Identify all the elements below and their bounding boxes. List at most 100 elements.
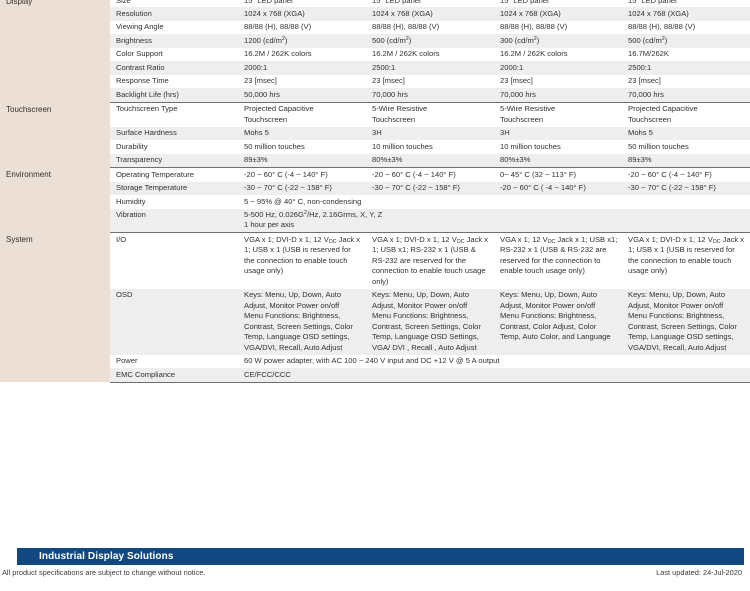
value-cell: 88/88 (H), 88/88 (V) — [622, 20, 750, 35]
value-cell: 23 [msec] — [622, 74, 750, 89]
footer-tagline: Industrial Display Solutions — [39, 551, 174, 562]
page-footer: Industrial Display Solutions All product… — [0, 548, 750, 577]
parameter-label: OSD — [110, 288, 238, 355]
value-cell: 70,000 hrs — [366, 88, 494, 103]
table-row: Brightness 1200 (cd/m2) 500 (cd/m2) 300 (cd… — [0, 34, 750, 48]
parameter-label: Size — [110, 0, 238, 8]
table-row: Environment Operating Temperature -20 ~ 60… — [0, 167, 750, 233]
value-cell: -30 ~ 70° C (-22 ~ 158° F) — [622, 181, 750, 196]
value-cell: 2500:1 — [622, 61, 750, 75]
value-cell: 16.2M / 262K colors — [366, 47, 494, 62]
table-row: Response Time 23 [msec] 23 [msec] 23 [msec]… — [0, 74, 750, 89]
value-cell: 500 (cd/m2) — [622, 34, 750, 48]
value-cell: 2000:1 — [238, 61, 366, 75]
parameter-label: Durability — [110, 140, 238, 154]
value-cell: 23 [msec] — [238, 74, 366, 89]
value-cell: 80%±3% — [366, 153, 494, 169]
parameter-label: Resolution — [110, 7, 238, 21]
value-cell: 88/88 (H), 88/88 (V) — [494, 20, 622, 35]
value-cell: 15" LED panel — [238, 0, 366, 8]
table-row: Touchscreen Touchscreen Type Projected Cap… — [0, 102, 750, 168]
value-cell: 16.2M / 262K colors — [238, 47, 366, 62]
table-row: Color Support 16.2M / 262K colors 16.2M / … — [0, 47, 750, 62]
value-cell: 80%±3% — [494, 153, 622, 169]
value-cell: 16.7M/262K — [622, 47, 750, 62]
parameter-label: Viewing Angle — [110, 20, 238, 35]
value-cell: 5-Wire Resistive Touchscreen — [366, 102, 494, 127]
value-cell: 500 (cd/m2) — [366, 34, 494, 48]
footer-notes: All product specifications are subject t… — [0, 565, 750, 577]
value-cell: 15" LED panel — [494, 0, 622, 8]
value-cell: -30 ~ 70° C (-22 ~ 158° F) — [238, 181, 366, 196]
value-cell: Mohs 5 — [622, 126, 750, 141]
table-row: Vibration 5-500 Hz, 0.026G2/Hz, 2.16Grms,… — [0, 208, 750, 234]
value-cell: Keys: Menu, Up, Down, Auto Adjust, Monit… — [238, 288, 366, 355]
value-cell: Keys: Menu, Up, Down, Auto Adjust, Monit… — [494, 288, 622, 355]
value-cell: Keys: Menu, Up, Down, Auto Adjust, Monit… — [366, 288, 494, 355]
value-cell: 70,000 hrs — [622, 88, 750, 103]
value-cell: 300 (cd/m2) — [494, 34, 622, 48]
parameter-label: Operating Temperature — [110, 167, 238, 182]
value-cell: 0~ 45° C (32 ~ 113° F) — [494, 167, 622, 182]
parameter-label: Surface Hardness — [110, 126, 238, 141]
category-cell: Display — [0, 0, 110, 103]
value-cell: 23 [msec] — [494, 74, 622, 89]
footer-last-updated: Last updated: 24-Jul-2020 — [656, 568, 742, 577]
value-cell: 10 million touches — [366, 140, 494, 154]
parameter-label: Humidity — [110, 195, 238, 209]
parameter-label: Color Support — [110, 47, 238, 62]
parameter-label: Transparency — [110, 153, 238, 169]
table-row: Durability 50 million touches 10 million t… — [0, 140, 750, 154]
parameter-label: Storage Temperature — [110, 181, 238, 196]
value-cell: 1024 x 768 (XGA) — [494, 7, 622, 21]
table-row: Storage Temperature -30 ~ 70° C (-22 ~ 15… — [0, 181, 750, 196]
value-cell: -20 ~ 60° C (-4 ~ 140° F) — [366, 167, 494, 182]
parameter-label: EMC Compliance — [110, 368, 238, 383]
value-cell: 23 [msec] — [366, 74, 494, 89]
value-cell: 70,000 hrs — [494, 88, 622, 103]
value-cell: 5 ~ 95% @ 40° C, non-condensing — [238, 195, 750, 209]
table-row: EMC Compliance CE/FCC/CCC — [0, 368, 750, 383]
value-cell: 3H — [366, 126, 494, 141]
parameter-label: Response Time — [110, 74, 238, 89]
value-cell: -20 ~ 60° C (-4 ~ 140° F) — [622, 167, 750, 182]
value-cell: VGA x 1; DVI-D x 1; 12 VDC Jack x 1; USB… — [622, 232, 750, 289]
spec-table-body: Display Size 15" LED panel 15" LED panel 15"… — [0, 0, 750, 383]
value-cell: 89±3% — [238, 153, 366, 169]
value-cell: 1024 x 768 (XGA) — [622, 7, 750, 21]
category-cell: System — [0, 232, 110, 383]
value-cell: Projected Capacitive Touchscreen — [238, 102, 366, 127]
parameter-label: Power — [110, 354, 238, 369]
table-row: Humidity 5 ~ 95% @ 40° C, non-condensing — [0, 195, 750, 209]
value-cell: 2000:1 — [494, 61, 622, 75]
value-cell: 3H — [494, 126, 622, 141]
table-row: System I/O VGA x 1; DVI-D x 1; 12 VDC Jack… — [0, 232, 750, 383]
table-row: Resolution 1024 x 768 (XGA) 1024 x 768 (XG… — [0, 7, 750, 21]
footer-disclaimer: All product specifications are subject t… — [2, 568, 206, 577]
value-cell: 89±3% — [622, 153, 750, 169]
parameter-label: Backlight Life (hrs) — [110, 88, 238, 103]
specification-table: Display Size 15" LED panel 15" LED panel 15"… — [0, 0, 750, 383]
value-cell: 10 million touches — [494, 140, 622, 154]
table-row: Surface Hardness Mohs 5 3H 3H Mohs 5 — [0, 126, 750, 141]
value-cell: 50 million touches — [238, 140, 366, 154]
parameter-label: Contrast Ratio — [110, 61, 238, 75]
value-cell: 16.2M / 262K colors — [494, 47, 622, 62]
table-row: Transparency 89±3% 80%±3% 80%±3% 89±3% — [0, 153, 750, 169]
value-cell: 15" LED panel — [366, 0, 494, 8]
value-cell: 1024 x 768 (XGA) — [238, 7, 366, 21]
table-row: OSD Keys: Menu, Up, Down, Auto Adjust, Mo… — [0, 288, 750, 355]
advantech-logo — [8, 548, 17, 565]
table-row: Viewing Angle 88/88 (H), 88/88 (V) 88/88 (… — [0, 20, 750, 35]
value-cell: 50 million touches — [622, 140, 750, 154]
value-cell: 50,000 hrs — [238, 88, 366, 103]
value-cell: VGA x 1; 12 VDC Jack x 1; USB x1; RS-232… — [494, 232, 622, 289]
value-cell: 1024 x 768 (XGA) — [366, 7, 494, 21]
value-cell: 15" LED panel — [622, 0, 750, 8]
value-cell: 60 W power adapter, with AC 100 ~ 240 V … — [238, 354, 750, 369]
table-row: Backlight Life (hrs) 50,000 hrs 70,000 hrs… — [0, 88, 750, 103]
parameter-label: Brightness — [110, 34, 238, 48]
value-cell: 88/88 (H), 88/88 (V) — [366, 20, 494, 35]
value-cell: Keys: Menu, Up, Down, Auto Adjust, Monit… — [622, 288, 750, 355]
specification-sheet: Display Size 15" LED panel 15" LED panel 15"… — [0, 0, 750, 383]
